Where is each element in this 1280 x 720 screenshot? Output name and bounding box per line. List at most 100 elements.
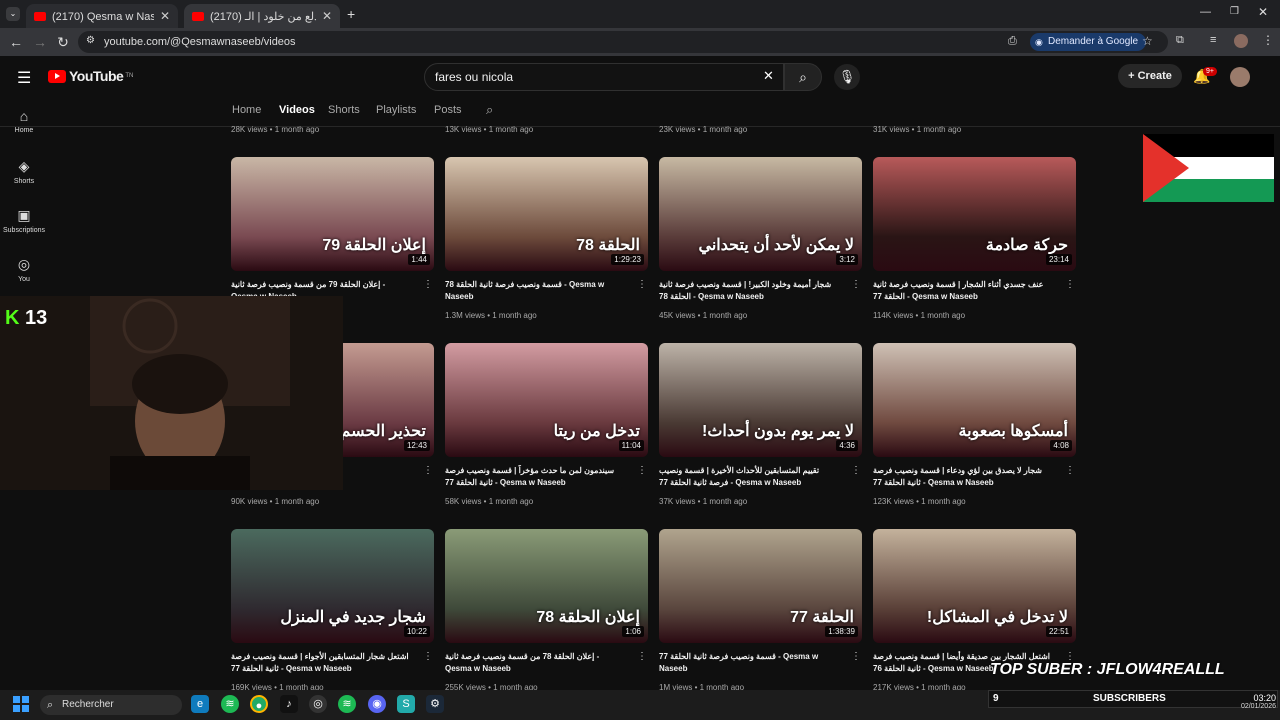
video-stats: 13K views • 1 month ago xyxy=(445,125,534,134)
video-thumbnail[interactable]: إعلان الحلقة 79 1:44 xyxy=(231,157,434,271)
tab-videos[interactable]: Videos xyxy=(279,104,315,116)
video-title[interactable]: قسمة ونصيب فرصة ثانية الحلقة 77 - Qesma … xyxy=(659,651,839,677)
video-menu-icon[interactable]: ⋮ xyxy=(1065,279,1075,290)
video-menu-icon[interactable]: ⋮ xyxy=(637,651,647,662)
palestine-flag-image xyxy=(1143,134,1274,202)
sidebar-item-home[interactable]: ⌂ Home xyxy=(0,108,48,134)
video-thumbnail[interactable]: الحلقة 78 1:29:23 xyxy=(445,157,648,271)
video-thumbnail[interactable]: الحلقة 77 1:38:39 xyxy=(659,529,862,643)
channel-search-icon[interactable]: ⌕ xyxy=(486,102,493,118)
video-title[interactable]: سيندمون لمن ما حدث مؤخراً | قسمة ونصيب ف… xyxy=(445,465,625,491)
video-menu-icon[interactable]: ⋮ xyxy=(423,279,433,290)
sidebar-item-label: You xyxy=(18,276,30,283)
thumbnail-overlay-text: تحذير الحسم xyxy=(340,423,426,440)
video-thumbnail[interactable]: لا يمكن لأحد أن يتحداني 3:12 xyxy=(659,157,862,271)
video-title[interactable]: قسمة ونصيب فرصة ثانية الحلقة 78 - Qesma … xyxy=(445,279,625,305)
steam-icon[interactable]: ⚙ xyxy=(426,695,444,713)
close-tab-icon[interactable]: ✕ xyxy=(322,9,332,23)
video-thumbnail[interactable]: تدخل من ريتا 11:04 xyxy=(445,343,648,457)
app-icon[interactable]: S xyxy=(397,695,415,713)
browser-tab-1[interactable]: (2170) Qesma w Naseeb - قسمة ونصيب ✕ xyxy=(26,4,178,28)
tab-playlists[interactable]: Playlists xyxy=(376,104,416,116)
browser-menu-icon[interactable]: ⋮ xyxy=(1262,33,1274,47)
taskbar-search[interactable]: ⌕ Rechercher xyxy=(40,695,182,715)
google-lens-button[interactable]: ◉ Demander à Google xyxy=(1030,33,1147,51)
video-menu-icon[interactable]: ⋮ xyxy=(851,465,861,476)
tab-home[interactable]: Home xyxy=(232,104,261,116)
obs-icon[interactable]: ◎ xyxy=(309,695,327,713)
video-title[interactable]: اشتعل شجار المتسابقين الأجواء | قسمة ونص… xyxy=(231,651,411,677)
media-icon[interactable]: ≡ xyxy=(1210,34,1216,46)
new-tab-icon[interactable]: + xyxy=(347,6,355,22)
minimize-icon[interactable]: — xyxy=(1200,6,1211,18)
spotify-icon[interactable]: ≋ xyxy=(221,695,239,713)
url-text[interactable]: youtube.com/@Qesmawnaseeb/videos xyxy=(104,36,296,48)
create-button[interactable]: + Create xyxy=(1118,64,1182,88)
edge-icon[interactable]: e xyxy=(191,695,209,713)
hamburger-menu-icon[interactable]: ☰ xyxy=(17,68,31,88)
youtube-favicon-icon xyxy=(34,11,46,21)
video-menu-icon[interactable]: ⋮ xyxy=(851,279,861,290)
video-duration: 1:44 xyxy=(408,254,430,265)
video-thumbnail[interactable]: حركة صادمة 23:14 xyxy=(873,157,1076,271)
video-title[interactable]: شجار أميمة وخلود الكبير! | قسمة ونصيب فر… xyxy=(659,279,839,305)
video-stats: 90K views • 1 month ago xyxy=(231,497,320,506)
video-menu-icon[interactable]: ⋮ xyxy=(637,465,647,476)
maximize-icon[interactable]: ❐ xyxy=(1230,6,1239,17)
search-input[interactable]: fares ou nicola xyxy=(424,63,784,91)
sidebar-item-subscriptions[interactable]: ▣ Subscriptions xyxy=(0,207,48,234)
tiktok-icon[interactable]: ♪ xyxy=(280,695,298,713)
forward-icon[interactable]: → xyxy=(32,34,48,50)
windows-start-icon[interactable] xyxy=(13,696,29,712)
video-menu-icon[interactable]: ⋮ xyxy=(423,465,433,476)
youtube-wordmark: YouTube xyxy=(69,68,124,84)
video-thumbnail[interactable]: لا تدخل في المشاكل! 22:51 xyxy=(873,529,1076,643)
search-button[interactable]: ⌕ xyxy=(784,63,822,91)
video-thumbnail[interactable]: لا يمر يوم بدون أحداث! 4:36 xyxy=(659,343,862,457)
close-window-icon[interactable]: ✕ xyxy=(1258,5,1268,19)
video-menu-icon[interactable]: ⋮ xyxy=(423,651,433,662)
video-thumbnail[interactable]: شجار جديد في المنزل 10:22 xyxy=(231,529,434,643)
browser-tab-2[interactable]: (2170) لحظات الدلع من خلود | الـ ✕ xyxy=(184,4,340,28)
bookmark-star-icon[interactable]: ☆ xyxy=(1142,34,1153,48)
clear-search-icon[interactable]: ✕ xyxy=(763,68,774,84)
video-stats: 114K views • 1 month ago xyxy=(873,311,966,320)
thumbnail-overlay-text: لا يمكن لأحد أن يتحداني xyxy=(698,237,854,254)
sidebar-item-you[interactable]: ◎ You xyxy=(0,256,48,283)
clock[interactable]: 03:20 02/01/2026 xyxy=(1226,693,1276,710)
video-title[interactable]: إعلان الحلقة 78 من قسمة ونصيب فرصة ثانية… xyxy=(445,651,625,677)
video-thumbnail[interactable]: أمسكوها بصعوبة 4:08 xyxy=(873,343,1076,457)
spotify-2-icon[interactable]: ≋ xyxy=(338,695,356,713)
reload-icon[interactable]: ↻ xyxy=(55,34,71,50)
video-duration: 1:06 xyxy=(622,626,644,637)
video-title[interactable]: شجار لا يصدق بين لؤي ودعاء | قسمة ونصيب … xyxy=(873,465,1053,491)
profile-icon[interactable] xyxy=(1234,34,1248,48)
site-info-icon[interactable]: ⚙ xyxy=(86,35,95,46)
install-icon[interactable]: ⎙ xyxy=(1008,35,1017,48)
extensions-icon[interactable]: ⧉ xyxy=(1176,34,1184,47)
close-tab-icon[interactable]: ✕ xyxy=(160,9,170,23)
search-icon: ⌕ xyxy=(799,69,807,85)
browser-tab-bar: ⌄ (2170) Qesma w Naseeb - قسمة ونصيب ✕ (… xyxy=(0,0,1280,28)
video-menu-icon[interactable]: ⋮ xyxy=(637,279,647,290)
home-icon: ⌂ xyxy=(19,108,29,124)
chrome-icon[interactable]: ● xyxy=(250,695,268,713)
sidebar-item-label: Home xyxy=(14,127,34,134)
video-menu-icon[interactable]: ⋮ xyxy=(851,651,861,662)
thumbnail-overlay-text: تدخل من ريتا xyxy=(553,423,640,440)
discord-icon[interactable]: ◉ xyxy=(368,695,386,713)
account-avatar[interactable] xyxy=(1230,67,1250,87)
video-thumbnail[interactable]: إعلان الحلقة 78 1:06 xyxy=(445,529,648,643)
video-menu-icon[interactable]: ⋮ xyxy=(1065,465,1075,476)
voice-search-icon[interactable]: 🎙 xyxy=(834,64,860,90)
back-icon[interactable]: ← xyxy=(8,34,24,50)
video-duration: 1:38:39 xyxy=(825,626,858,637)
tab-search-icon[interactable]: ⌄ xyxy=(6,7,20,21)
video-title[interactable]: عنف جسدي أثناء الشجار | قسمة ونصيب فرصة … xyxy=(873,279,1053,305)
sidebar-item-shorts[interactable]: ◈ Shorts xyxy=(0,158,48,185)
youtube-logo[interactable]: YouTube TN xyxy=(48,68,133,84)
video-title[interactable]: تقييم المتسابقين للأحداث الأخيرة | قسمة … xyxy=(659,465,839,491)
clock-date: 02/01/2026 xyxy=(1240,703,1276,710)
tab-posts[interactable]: Posts xyxy=(434,104,462,116)
tab-shorts[interactable]: Shorts xyxy=(328,104,360,116)
